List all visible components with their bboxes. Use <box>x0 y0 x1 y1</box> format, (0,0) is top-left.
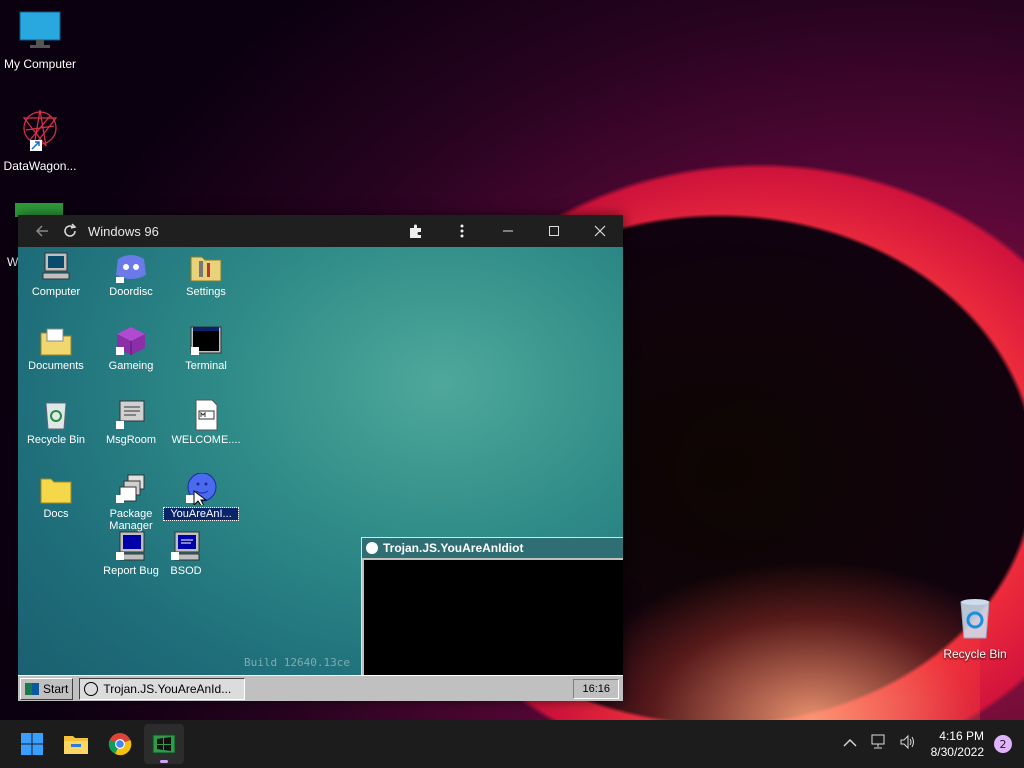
recycle-bin-icon <box>960 599 990 639</box>
w96-icon-msgroom[interactable]: MsgRoom <box>94 399 168 446</box>
w96-icon-docs[interactable]: Docs <box>19 473 93 520</box>
network-icon[interactable] <box>869 734 887 754</box>
package-icon <box>114 473 148 505</box>
w96-icon-label: Package Manager <box>109 508 153 532</box>
volume-icon[interactable] <box>899 734 917 754</box>
w96-icon-label: Documents <box>28 360 84 372</box>
desktop-icon-partial-label: W <box>7 255 19 269</box>
w96-icon-label: Gameing <box>108 360 154 372</box>
documents-folder-icon <box>39 325 73 357</box>
bsod-icon <box>169 530 203 562</box>
w96-task-button[interactable]: Trojan.JS.YouAreAnId... <box>79 678 246 700</box>
popup-title: Trojan.JS.YouAreAnIdiot <box>383 541 524 555</box>
smiley-icon <box>84 682 99 696</box>
app-titlebar[interactable]: Windows 96 <box>18 215 623 247</box>
windows96-desktop: Computer Doordisc Settings Documents Gam… <box>18 247 623 701</box>
system-tray: 4:16 PM 8/30/2022 2 <box>837 720 1024 768</box>
computer-icon <box>39 251 73 283</box>
w96-clock: 16:16 <box>573 679 619 699</box>
w96-icon-doordisc[interactable]: Doordisc <box>94 251 168 298</box>
desktop-icon-recycle-bin[interactable]: Recycle Bin <box>935 596 1015 661</box>
app-title: Windows 96 <box>88 223 159 239</box>
popup-titlebar[interactable]: Trojan.JS.YouAreAnIdiot <box>362 538 623 558</box>
w96-icon-label: BSOD <box>170 565 202 577</box>
w96-icon-label: Settings <box>186 286 226 298</box>
clock-date: 8/30/2022 <box>930 745 984 759</box>
markdown-file-icon <box>189 399 223 431</box>
settings-icon <box>189 251 223 283</box>
w96-icon-bsod[interactable]: BSOD <box>149 530 223 577</box>
cube-icon <box>114 325 148 357</box>
w96-icon-welcome[interactable]: WELCOME.... <box>169 399 243 446</box>
w96-icon-label: Terminal <box>185 360 227 372</box>
minimize-icon[interactable] <box>485 215 531 247</box>
w96-icon-label: Docs <box>43 508 69 520</box>
w96-icon-label: MsgRoom <box>105 434 157 446</box>
w96-icon-recycle-bin[interactable]: Recycle Bin <box>19 399 93 446</box>
msgroom-icon <box>114 399 148 431</box>
w96-icon-label: Doordisc <box>109 286 153 298</box>
w96-icon-gameing[interactable]: Gameing <box>94 325 168 372</box>
chevron-up-icon[interactable] <box>843 736 857 752</box>
w96-icon-terminal[interactable]: Terminal <box>169 325 243 372</box>
w96-icon-label-selected: YouAreAnI... <box>163 507 239 521</box>
terminal-icon <box>189 325 223 357</box>
w96-icon-youareanidiot[interactable]: YouAreAnI... <box>163 472 239 521</box>
monitor-icon <box>19 11 61 48</box>
w96-icon-computer[interactable]: Computer <box>19 251 93 298</box>
w96-start-label: Start <box>43 682 69 696</box>
maximize-icon[interactable] <box>531 215 577 247</box>
puzzle-icon[interactable] <box>393 215 439 247</box>
w96-start-button[interactable]: Start <box>20 678 74 700</box>
w96-icon-settings[interactable]: Settings <box>169 251 243 298</box>
windows96-app-window: Windows 96 Computer Doordisc Settings Do… <box>18 215 623 701</box>
w96-icon-label: Recycle Bin <box>26 434 86 446</box>
doordisc-icon <box>114 251 148 283</box>
recycle-bin-icon <box>39 399 73 431</box>
desktop-icon-my-computer[interactable]: My Computer <box>0 10 80 71</box>
smiley-icon <box>184 472 218 508</box>
w96-icon-documents[interactable]: Documents <box>19 325 93 372</box>
notification-badge[interactable]: 2 <box>994 735 1012 753</box>
w96-icon-label: WELCOME.... <box>171 434 241 446</box>
w96-task-label: Trojan.JS.YouAreAnId... <box>103 682 232 696</box>
close-icon[interactable] <box>577 215 623 247</box>
kebab-menu-icon[interactable] <box>439 215 485 247</box>
w96-icon-label: Computer <box>31 286 81 298</box>
desktop-icon-label: My Computer <box>3 57 77 71</box>
desktop-icon-label: DataWagon... <box>3 159 77 173</box>
w96-taskbar: Start Trojan.JS.YouAreAnId... 16:16 <box>18 675 623 701</box>
w96-logo-icon <box>25 683 39 695</box>
chrome-icon[interactable] <box>100 724 140 764</box>
build-watermark: Build 12640.13ce <box>244 656 350 669</box>
desktop-icon-label: Recycle Bin <box>943 647 1007 661</box>
windows-taskbar: 4:16 PM 8/30/2022 2 <box>0 720 1024 768</box>
windows96-icon[interactable] <box>144 724 184 764</box>
reload-icon[interactable] <box>56 217 84 245</box>
desktop-icon-datawagon[interactable]: DataWagon... <box>0 106 80 173</box>
report-bug-icon <box>114 530 148 562</box>
datawagon-icon <box>22 109 58 151</box>
clock-time: 4:16 PM <box>939 729 984 743</box>
file-explorer-icon[interactable] <box>56 724 96 764</box>
clock[interactable]: 4:16 PM 8/30/2022 <box>931 728 984 760</box>
smiley-icon <box>366 542 378 554</box>
w96-icon-package-manager[interactable]: Package Manager <box>94 473 168 532</box>
folder-icon <box>39 473 73 505</box>
back-arrow-icon[interactable] <box>28 217 56 245</box>
windows-start-icon[interactable] <box>12 724 52 764</box>
